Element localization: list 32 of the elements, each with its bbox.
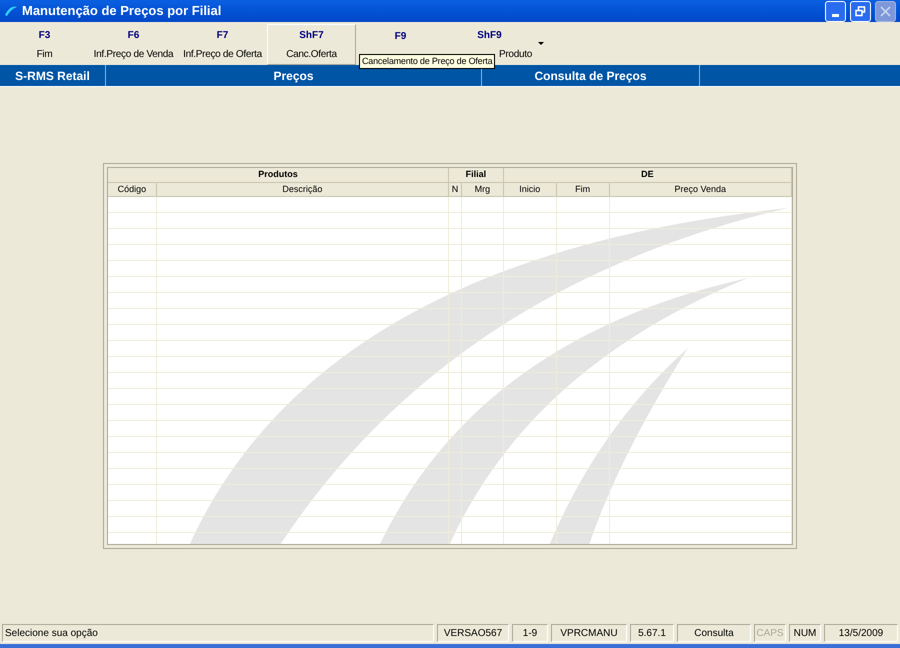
nav-tab[interactable]: S-RMS Retail bbox=[0, 65, 106, 86]
status-panel: Selecione sua opção bbox=[2, 624, 434, 642]
close-icon bbox=[880, 6, 891, 16]
column-header[interactable]: Descrição bbox=[156, 182, 449, 197]
close-button[interactable] bbox=[875, 0, 896, 22]
column-header[interactable]: Fim bbox=[556, 182, 610, 197]
status-panel: 13/5/2009 bbox=[824, 624, 898, 642]
toolbar-button[interactable]: F3 Fim bbox=[0, 24, 89, 65]
status-panel: VPRCMANU bbox=[551, 624, 627, 642]
status-panel: Consulta bbox=[677, 624, 751, 642]
restore-icon bbox=[855, 6, 866, 16]
minimize-button[interactable] bbox=[825, 0, 846, 22]
status-panel: CAPS bbox=[754, 624, 786, 642]
app-icon bbox=[4, 4, 18, 18]
toolbar-button[interactable]: F6 Inf.Preço de Venda bbox=[89, 24, 178, 65]
nav-tab[interactable]: Consulta de Preços bbox=[482, 65, 700, 86]
toolbar-button[interactable]: F7 Inf.Preço de Oferta bbox=[178, 24, 267, 65]
restore-button[interactable] bbox=[850, 0, 871, 22]
column-header[interactable]: Preço Venda bbox=[610, 182, 792, 197]
window-title: Manutenção de Preços por Filial bbox=[22, 2, 222, 20]
toolbar-button[interactable]: ShF7 Canc.Oferta bbox=[267, 24, 356, 65]
dropdown-arrow-icon[interactable] bbox=[538, 42, 544, 46]
status-panel: NUM bbox=[789, 624, 821, 642]
status-panel: VERSAO567 bbox=[437, 624, 509, 642]
status-panel: 1-9 bbox=[512, 624, 548, 642]
tooltip: Cancelamento de Preço de Oferta bbox=[359, 54, 496, 69]
status-panel: 5.67.1 bbox=[630, 624, 674, 642]
nav-tab[interactable]: Preços bbox=[106, 65, 482, 86]
column-header[interactable]: Mrg bbox=[462, 182, 504, 197]
column-header[interactable]: N bbox=[449, 182, 462, 197]
column-header[interactable]: Código bbox=[108, 182, 157, 197]
column-header[interactable]: Inicio bbox=[504, 182, 557, 197]
